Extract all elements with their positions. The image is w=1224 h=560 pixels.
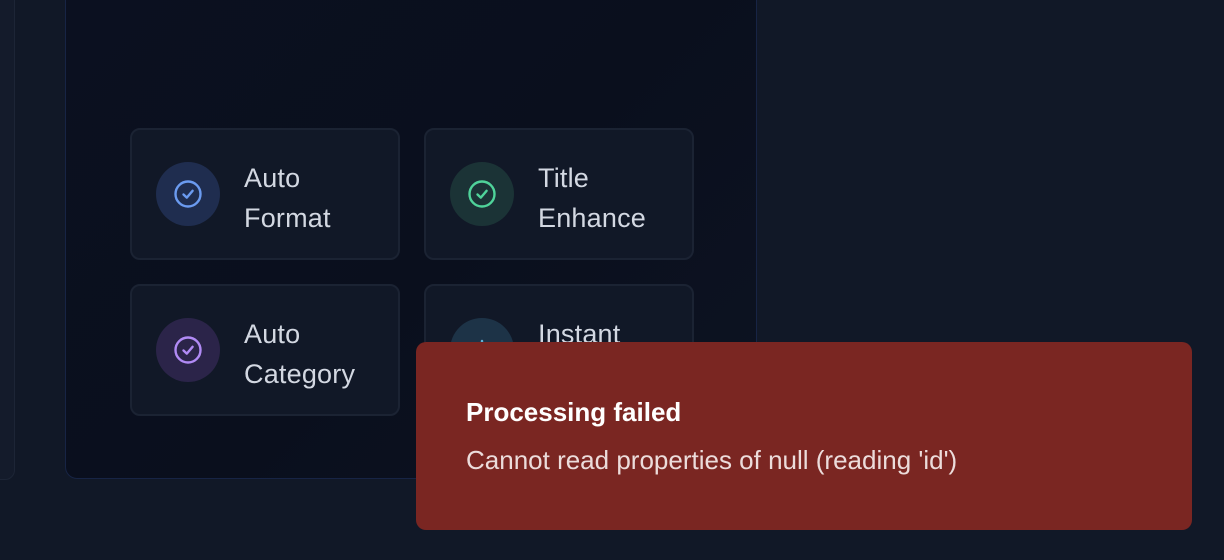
- feature-label: Title Enhance: [538, 163, 646, 233]
- feature-card-auto-format: Auto Format: [130, 128, 400, 260]
- toast-title: Processing failed: [466, 397, 682, 427]
- check-circle-icon: [156, 162, 220, 226]
- feature-card-title-enhance: Title Enhance: [424, 128, 694, 260]
- feature-label: Auto Category: [244, 319, 356, 389]
- check-circle-icon: [156, 318, 220, 382]
- toast-message: Cannot read properties of null (reading …: [466, 445, 958, 475]
- feature-card-auto-category: Auto Category: [130, 284, 400, 416]
- error-toast[interactable]: Processing failed Cannot read properties…: [416, 342, 1192, 530]
- feature-label: Auto Format: [244, 163, 331, 233]
- left-panel: [0, 0, 15, 480]
- check-circle-icon: [450, 162, 514, 226]
